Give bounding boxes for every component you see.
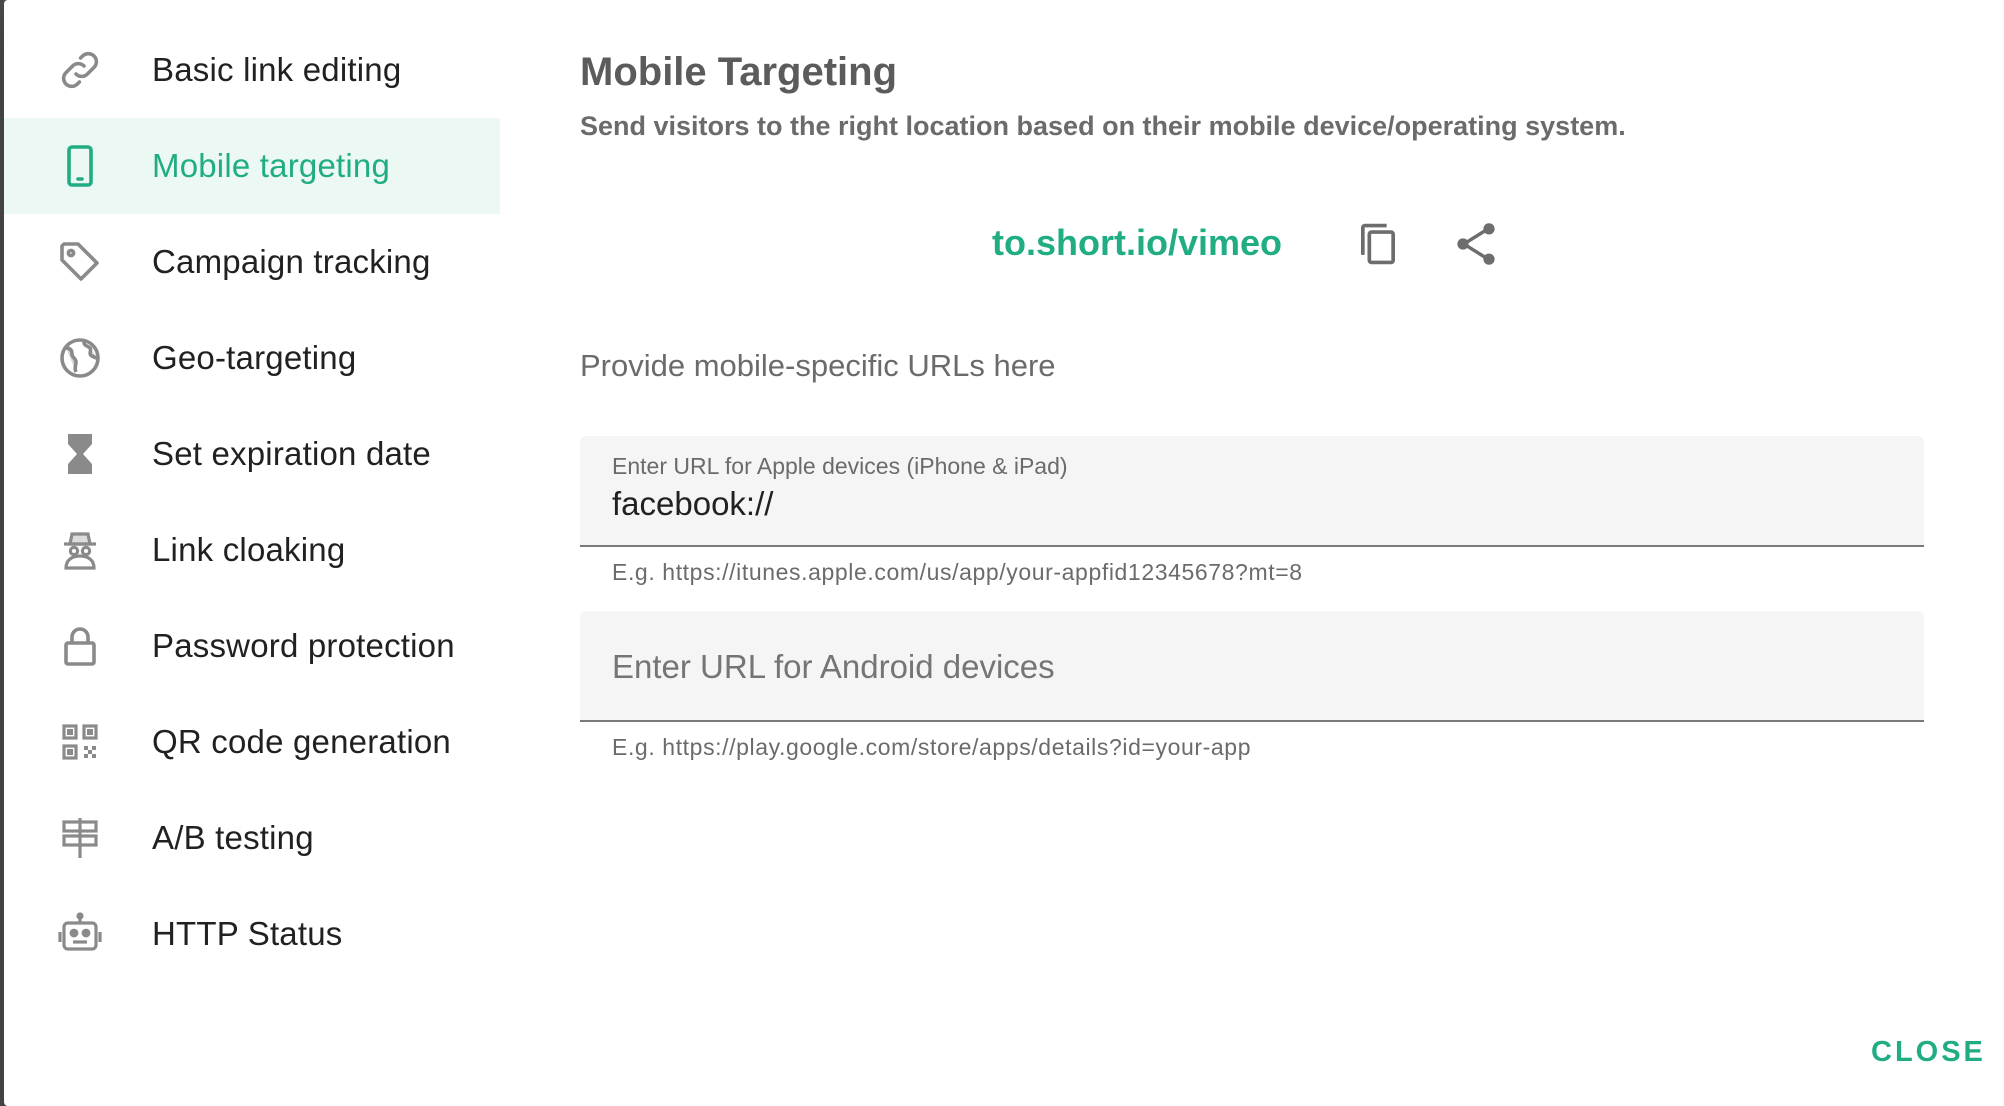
tag-icon <box>56 238 104 286</box>
android-url-field[interactable] <box>580 611 1924 722</box>
sidebar-item-ab-testing[interactable]: A/B testing <box>4 790 500 886</box>
globe-icon <box>56 334 104 382</box>
link-icon <box>56 46 104 94</box>
sidebar-item-geo-targeting[interactable]: Geo-targeting <box>4 310 500 406</box>
sidebar-item-label: Basic link editing <box>152 51 402 88</box>
sidebar-item-password-protection[interactable]: Password protection <box>4 598 500 694</box>
copy-icon[interactable] <box>1348 214 1408 274</box>
apple-url-label: Enter URL for Apple devices (iPhone & iP… <box>612 453 1068 479</box>
lock-icon <box>56 622 104 670</box>
signpost-icon <box>56 814 104 862</box>
android-url-input[interactable] <box>612 644 1892 690</box>
sidebar-item-http-status[interactable]: HTTP Status <box>4 886 500 982</box>
apple-url-hint: E.g. https://itunes.apple.com/us/app/you… <box>612 559 1303 585</box>
sidebar-item-campaign-tracking[interactable]: Campaign tracking <box>4 214 500 310</box>
hourglass-icon <box>56 430 104 478</box>
sidebar-item-link-cloaking[interactable]: Link cloaking <box>4 502 500 598</box>
settings-sidebar: Basic link editing Mobile targeting Camp… <box>4 22 500 982</box>
android-url-hint: E.g. https://play.google.com/store/apps/… <box>612 734 1252 760</box>
sidebar-item-label: Mobile targeting <box>152 147 391 184</box>
qr-code-icon <box>56 718 104 766</box>
sidebar-item-label: Set expiration date <box>152 435 431 472</box>
sidebar-item-label: Password protection <box>152 627 455 664</box>
apple-url-input[interactable] <box>612 482 1892 526</box>
incognito-icon <box>56 526 104 574</box>
sidebar-item-basic-link-editing[interactable]: Basic link editing <box>4 22 500 118</box>
section-label: Provide mobile-specific URLs here <box>580 348 1056 383</box>
sidebar-item-qr-code-generation[interactable]: QR code generation <box>4 694 500 790</box>
short-link-row: to.short.io/vimeo <box>580 210 1924 280</box>
sidebar-item-label: QR code generation <box>152 723 451 760</box>
sidebar-item-label: Link cloaking <box>152 531 346 568</box>
robot-icon <box>56 910 104 958</box>
sidebar-item-label: Campaign tracking <box>152 243 431 280</box>
sidebar-item-expiration-date[interactable]: Set expiration date <box>4 406 500 502</box>
close-button[interactable]: CLOSE <box>1871 1036 1986 1069</box>
link-settings-dialog: Basic link editing Mobile targeting Camp… <box>4 0 2004 1106</box>
sidebar-item-label: HTTP Status <box>152 915 343 952</box>
page-subtitle: Send visitors to the right location base… <box>580 111 1626 141</box>
sidebar-item-label: A/B testing <box>152 819 314 856</box>
smartphone-icon <box>56 142 104 190</box>
apple-url-field[interactable]: Enter URL for Apple devices (iPhone & iP… <box>580 436 1924 547</box>
sidebar-item-mobile-targeting[interactable]: Mobile targeting <box>4 118 500 214</box>
share-icon[interactable] <box>1446 214 1506 274</box>
page-title: Mobile Targeting <box>580 50 898 94</box>
short-link[interactable]: to.short.io/vimeo <box>992 222 1282 264</box>
sidebar-item-label: Geo-targeting <box>152 339 357 376</box>
